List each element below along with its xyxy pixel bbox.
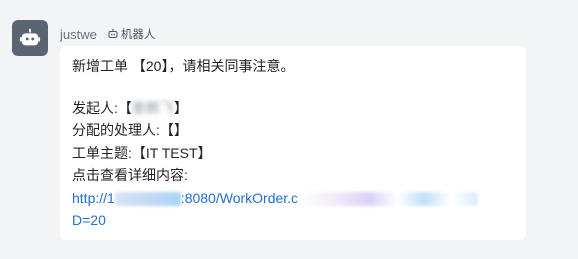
- initiator-label: 发起人:【: [72, 99, 132, 116]
- robot-icon: [19, 28, 41, 46]
- subject-line: 工单主题:【IT TEST】: [72, 144, 212, 161]
- redacted-host: [114, 191, 181, 206]
- bot-avatar[interactable]: [12, 20, 48, 56]
- initiator-value: 娄鹏飞: [131, 99, 174, 116]
- workorder-link[interactable]: http://1 :8080/WorkOrder.c: [72, 187, 514, 210]
- bot-tag-label: 机器人: [120, 29, 156, 41]
- workorder-link-continued[interactable]: D=20: [72, 209, 514, 232]
- link-mid: :8080/WorkOrder.c: [180, 189, 299, 206]
- sender-row: justwe 机器人: [60, 25, 155, 43]
- robot-outline-icon: [108, 29, 118, 38]
- link-start: http://1: [72, 189, 115, 206]
- initiator-close: 】: [173, 99, 188, 116]
- sender-name[interactable]: justwe: [60, 27, 97, 42]
- message-bubble: 新增工单 【20】，请相关同事注意。 发起人:【娄鹏飞】 分配的处理人:【】 工…: [60, 46, 526, 240]
- detail-prompt: 点击查看详细内容:: [72, 167, 188, 183]
- bot-tag: 机器人: [107, 26, 156, 42]
- initiator-line: 发起人:【娄鹏飞】: [72, 97, 514, 120]
- assignee-line: 分配的处理人:【】: [72, 122, 188, 138]
- redacted-path: [298, 191, 479, 206]
- message-title: 新增工单 【20】，请相关同事注意。: [72, 58, 295, 74]
